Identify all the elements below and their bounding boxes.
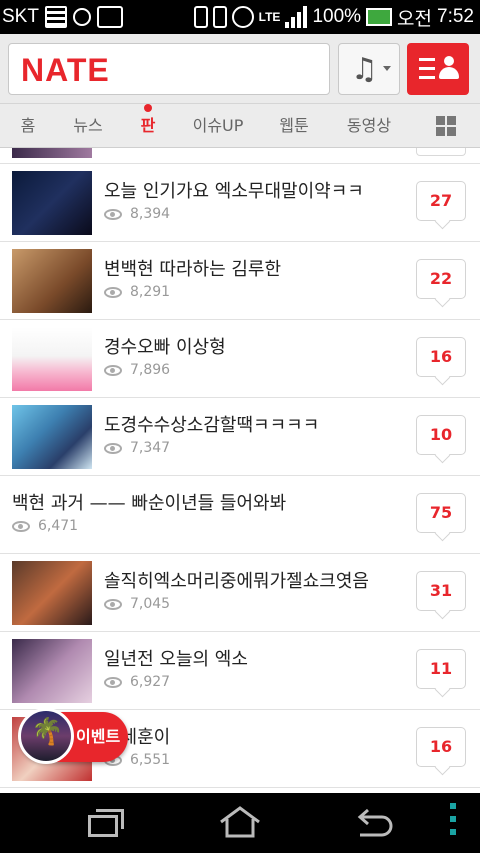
tab-news[interactable]: 뉴스 [62,104,114,148]
thumbnail [12,249,92,313]
tab-webtoon[interactable]: 웹툰 [268,104,320,148]
post-title: 일년전 오늘의 엑소 [104,649,248,670]
thumbnail [12,405,92,469]
view-count: 8,394 [104,206,170,222]
music-search-button[interactable]: ♫ [338,43,400,95]
signal-icon [285,6,308,28]
clock-time: 7:52 [437,6,474,27]
tab-video[interactable]: 동영상 [336,104,402,148]
post-list: 오늘 인기가요 엑소무대말이약ㅋㅋ 8,394 27 변백현 따라하는 김루한 … [0,148,480,793]
event-label: 이벤트 [76,727,121,746]
chevron-down-icon [383,66,391,71]
event-button[interactable]: 🌴 이벤트 [18,708,128,764]
brightness-icon [72,8,91,26]
comment-count-badge[interactable]: 10 [416,415,466,455]
list-item[interactable]: 솔직히엑소머리중에뭐가젤쇼크엿음 7,045 31 [0,554,480,632]
battery-icon [366,8,393,26]
comment-count-badge[interactable]: 75 [416,493,466,533]
sim-icon [44,6,67,28]
palm-tree-icon: 🌴 [31,717,64,747]
view-count: 7,896 [104,362,170,378]
gallery-icon [96,6,123,28]
alarm-icon [231,6,254,28]
event-thumbnail: 🌴 [18,708,74,764]
eye-icon [12,520,30,532]
post-title: 솔직히엑소머리중에뭐가젤쇼크엿음 [104,571,369,592]
comment-count-badge[interactable]: 16 [416,727,466,767]
post-title: 도경수수상소감할땍ㅋㅋㅋㅋ [104,415,320,436]
comment-count-badge[interactable]: 27 [416,181,466,221]
view-count: 6,471 [12,518,78,534]
comment-badge [416,148,466,156]
comment-count-badge[interactable]: 22 [416,259,466,299]
thumbnail [12,171,92,235]
view-count: 8,291 [104,284,170,300]
recent-apps-icon[interactable] [88,809,124,837]
status-bar: SKT LTE 100% 오전 7:52 [0,0,480,34]
rotate-icon [212,6,227,28]
category-tabs: 홈 뉴스 판 이슈UP 웹툰 동영상 [0,104,480,148]
list-item[interactable]: 일년전 오늘의 엑소 6,927 11 [0,632,480,710]
person-icon [439,56,459,80]
overflow-menu-icon[interactable] [450,803,456,841]
post-title: 오늘 인기가요 엑소무대말이약ㅋㅋ [104,181,364,202]
my-menu-button[interactable] [407,43,469,95]
eye-icon [104,598,122,610]
post-title: 변백현 따라하는 김루한 [104,259,282,280]
network-type-label: LTE [258,10,281,24]
app-header: NATE ♫ [0,34,480,104]
eye-icon [104,364,122,376]
post-title: 백현 과거 —— 빠순이년들 들어와봐 [12,493,287,514]
vibrate-icon [193,6,208,28]
view-count: 7,347 [104,440,170,456]
nate-logo: NATE [21,52,110,88]
thumbnail [12,639,92,703]
comment-count-badge[interactable]: 31 [416,571,466,611]
eye-icon [104,208,122,220]
thumbnail [12,327,92,391]
thumbnail [12,148,92,158]
music-note-icon: ♫ [351,52,378,87]
tab-pann[interactable]: 판 [128,104,168,148]
eye-icon [104,676,122,688]
list-item[interactable]: 백현 과거 —— 빠순이년들 들어와봐 6,471 75 [0,476,480,554]
home-icon[interactable] [218,805,262,839]
comment-count-badge[interactable]: 16 [416,337,466,377]
eye-icon [104,286,122,298]
carrier-label: SKT [2,6,39,27]
list-item[interactable]: 오늘 인기가요 엑소무대말이약ㅋㅋ 8,394 27 [0,164,480,242]
list-item[interactable]: 도경수수상소감할땍ㅋㅋㅋㅋ 7,347 10 [0,398,480,476]
ampm-label: 오전 [397,8,433,30]
list-item[interactable]: 변백현 따라하는 김루한 8,291 22 [0,242,480,320]
grid-menu-icon[interactable] [436,116,456,136]
search-box[interactable]: NATE [8,43,330,95]
list-icon [419,58,435,85]
thumbnail [12,561,92,625]
comment-count-badge[interactable]: 11 [416,649,466,689]
list-item[interactable]: 경수오빠 이상형 7,896 16 [0,320,480,398]
eye-icon [104,442,122,454]
battery-percent: 100% [312,6,362,27]
list-item[interactable] [0,148,480,164]
view-count: 7,045 [104,596,170,612]
back-icon[interactable] [352,807,394,839]
view-count: 6,927 [104,674,170,690]
system-nav-bar [0,793,480,853]
tab-home[interactable]: 홈 [8,104,48,148]
tab-issue-up[interactable]: 이슈UP [184,104,252,148]
post-title: 경수오빠 이상형 [104,337,226,358]
